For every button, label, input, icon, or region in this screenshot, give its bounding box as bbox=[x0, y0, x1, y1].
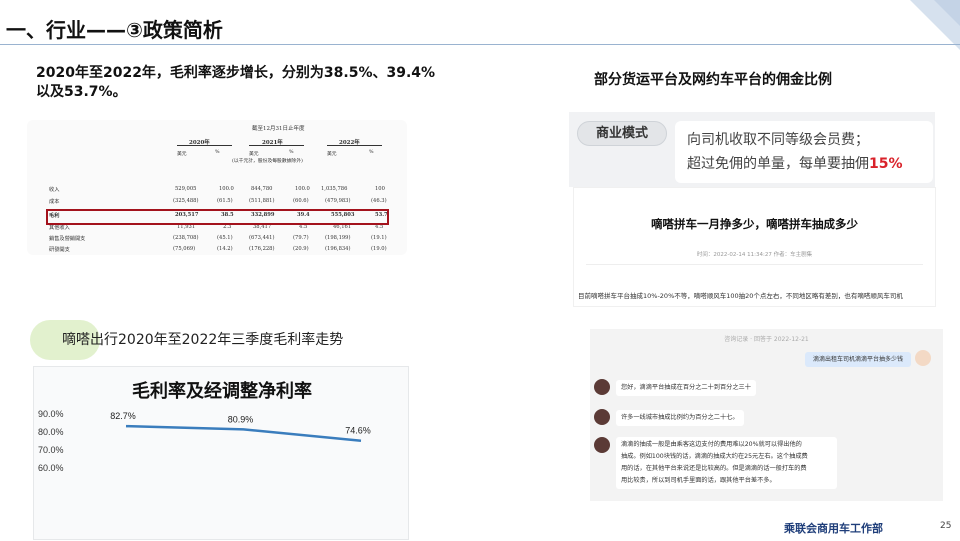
chat-header: 咨询记录 · 回答于 2022-12-21 bbox=[724, 336, 809, 343]
unit-note: (以千元計，股份及每股數據除外) bbox=[232, 159, 303, 164]
model-line-1: 向司机收取不同等级会员费； bbox=[687, 132, 869, 148]
table-row: 其他收入 11,931 2.3 38,417 4.5 46,161 4.5 bbox=[49, 224, 384, 231]
financial-table: 截至12月31日止年度 2020年 2021年 2022年 美元 % 美元 % … bbox=[27, 120, 407, 255]
article-title: 嘀嗒拼车一月挣多少，嘀嗒拼车抽成多少 bbox=[651, 217, 858, 231]
table-row: 成本 (325,488) (61.5) (511,881) (60.6) (47… bbox=[49, 198, 387, 205]
gross-profit-highlight-box bbox=[46, 209, 389, 225]
col-unit: 美元 bbox=[177, 152, 187, 157]
data-label: 80.9% bbox=[228, 414, 254, 424]
business-model-card: 向司机收取不同等级会员费； 超过免佣的单量，每单要抽佣15% bbox=[675, 121, 933, 183]
gross-margin-chart: 毛利率及经调整净利率 90.0% 80.0% 70.0% 60.0% 82.7% 80.… bbox=[33, 366, 409, 540]
data-label: 74.6% bbox=[345, 426, 371, 436]
article-divider bbox=[586, 264, 923, 265]
table-row: 銷售及營銷開支 (238,708) (45.1) (673,441) (79.7… bbox=[49, 235, 387, 242]
slide-title: 一、行业——③政策简析 bbox=[6, 18, 223, 42]
table-row: 研發開支 (75,069) (14.2) (176,228) (20.9) (1… bbox=[49, 246, 387, 253]
data-label: 82.7% bbox=[110, 411, 136, 421]
year-underline bbox=[249, 145, 304, 146]
year-underline bbox=[177, 145, 232, 146]
article-meta: 时间：2022-02-14 11:34:27 作者：车主剧集 bbox=[696, 252, 813, 258]
business-model-box: 商业模式 向司机收取不同等级会员费； 超过免佣的单量，每单要抽佣15% bbox=[569, 112, 935, 187]
y-tick-label: 80.0% bbox=[38, 427, 64, 437]
article-snippet: 嘀嗒拼车一月挣多少，嘀嗒拼车抽成多少 时间：2022-02-14 11:34:2… bbox=[574, 188, 935, 306]
table-header: 截至12月31日止年度 bbox=[252, 126, 305, 132]
agent-reply-bubble: 您好，滴滴平台抽成在百分之二十到百分之三十 bbox=[616, 380, 756, 396]
commission-heading: 部分货运平台及网约车平台的佣金比例 bbox=[594, 72, 832, 88]
chart-svg: 毛利率及经调整净利率 90.0% 80.0% 70.0% 60.0% 82.7% 80.… bbox=[38, 380, 371, 473]
y-tick-label: 70.0% bbox=[38, 445, 64, 455]
user-question-bubble: 滴滴出租车司机滴滴平台抽多少钱 bbox=[804, 352, 911, 367]
col-pct: % bbox=[215, 150, 220, 155]
agent-avatar bbox=[594, 409, 610, 425]
col-pct: % bbox=[369, 150, 374, 155]
col-pct: % bbox=[289, 150, 294, 155]
series-line bbox=[125, 424, 362, 442]
row-label: 收入 bbox=[49, 187, 60, 193]
model-line-2: 超过免佣的单量，每单要抽佣15% bbox=[687, 156, 903, 172]
chart-caption: 嘀嗒出行2020年至2022年三季度毛利率走势 bbox=[62, 332, 344, 348]
agent-reply-bubble: 许多一线城市抽成比例约为百分之二十七。 bbox=[616, 410, 744, 426]
col-unit: 美元 bbox=[249, 152, 259, 157]
agent-reply-bubble: 滴滴的抽成一般是由乘客这边支付的费用难以20%就可以得出他的 抽成。例如100块… bbox=[616, 437, 837, 489]
chart-title: 毛利率及经调整净利率 bbox=[132, 380, 312, 402]
col-unit: 美元 bbox=[327, 152, 337, 157]
title-corner-decoration-inner bbox=[934, 0, 960, 26]
agent-avatar bbox=[594, 437, 610, 453]
year-underline bbox=[327, 145, 382, 146]
title-divider bbox=[0, 44, 960, 45]
summary-text: 2020年至2022年，毛利率逐步增长，分别为38.5%、39.4%以及53.7… bbox=[36, 65, 436, 100]
business-model-tag: 商业模式 bbox=[577, 121, 667, 146]
y-tick-label: 60.0% bbox=[38, 463, 64, 473]
user-avatar bbox=[915, 350, 931, 366]
page-number: 25 bbox=[940, 521, 952, 531]
table-row: 收入 529,005 100.0 844,780 100.0 1,035,786… bbox=[49, 186, 385, 193]
footer-organization: 乘联会商用车工作部 bbox=[784, 522, 883, 535]
y-tick-label: 90.0% bbox=[38, 409, 64, 419]
commission-rate-highlight: 15% bbox=[869, 156, 903, 172]
agent-avatar bbox=[594, 379, 610, 395]
article-body: 目前嘀嗒拼车平台抽成10%-20%不等，嘀嗒顺风车100抽20个点左右，不同地区… bbox=[578, 292, 903, 300]
chat-record: 咨询记录 · 回答于 2022-12-21 滴滴出租车司机滴滴平台抽多少钱 您好… bbox=[590, 329, 943, 501]
